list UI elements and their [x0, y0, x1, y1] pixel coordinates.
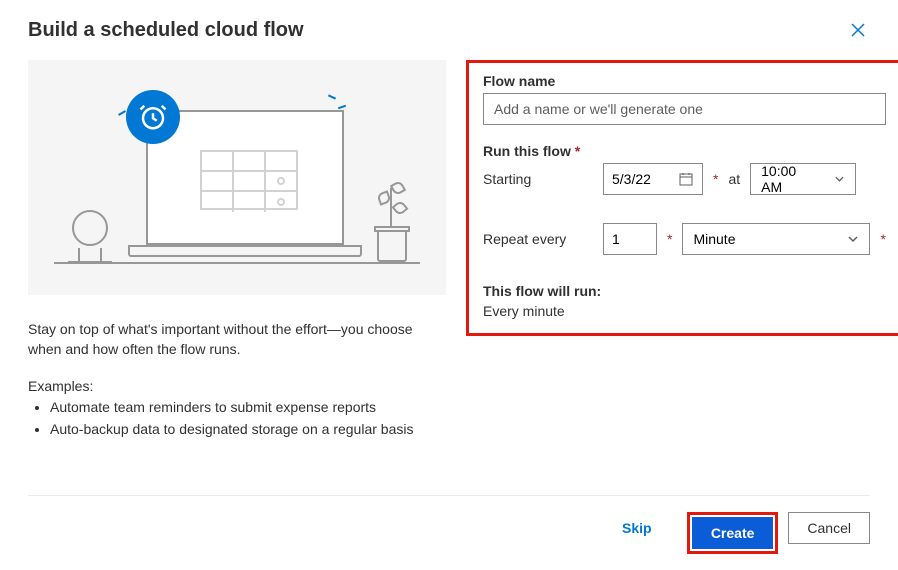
- summary-text: Every minute: [483, 303, 886, 319]
- starting-time-select[interactable]: 10:00 AM: [750, 163, 856, 195]
- close-button[interactable]: [846, 18, 870, 42]
- summary-label: This flow will run:: [483, 283, 886, 299]
- cancel-button[interactable]: Cancel: [788, 512, 870, 544]
- illustration: [28, 60, 446, 295]
- examples-label: Examples:: [28, 378, 446, 394]
- example-item: Automate team reminders to submit expens…: [50, 396, 446, 418]
- examples-list: Automate team reminders to submit expens…: [28, 396, 446, 441]
- skip-button[interactable]: Skip: [597, 512, 677, 544]
- repeat-unit-select[interactable]: Minute: [682, 223, 870, 255]
- plant-illustration: [372, 160, 412, 262]
- repeat-value-input[interactable]: [603, 223, 657, 255]
- at-label: at: [728, 171, 740, 187]
- create-button[interactable]: Create: [692, 517, 774, 549]
- dialog-title: Build a scheduled cloud flow: [28, 19, 304, 42]
- flow-name-input[interactable]: [483, 93, 886, 125]
- repeat-label: Repeat every: [483, 231, 593, 247]
- starting-date-input[interactable]: 5/3/22: [603, 163, 703, 195]
- example-item: Auto-backup data to designated storage o…: [50, 418, 446, 440]
- chevron-down-icon: [847, 233, 859, 245]
- dialog-footer: Skip Create Cancel: [28, 495, 870, 570]
- flow-name-label: Flow name: [483, 73, 886, 89]
- starting-label: Starting: [483, 171, 593, 187]
- close-icon: [850, 22, 866, 38]
- alarm-clock-icon: [126, 90, 180, 144]
- calendar-icon: [678, 171, 694, 187]
- chevron-down-icon: [834, 173, 845, 185]
- form-panel: Flow name Run this flow * Starting 5/3/2…: [466, 60, 898, 336]
- run-flow-label: Run this flow *: [483, 143, 886, 159]
- description-text: Stay on top of what's important without …: [28, 319, 446, 360]
- clock-illustration: [68, 210, 112, 264]
